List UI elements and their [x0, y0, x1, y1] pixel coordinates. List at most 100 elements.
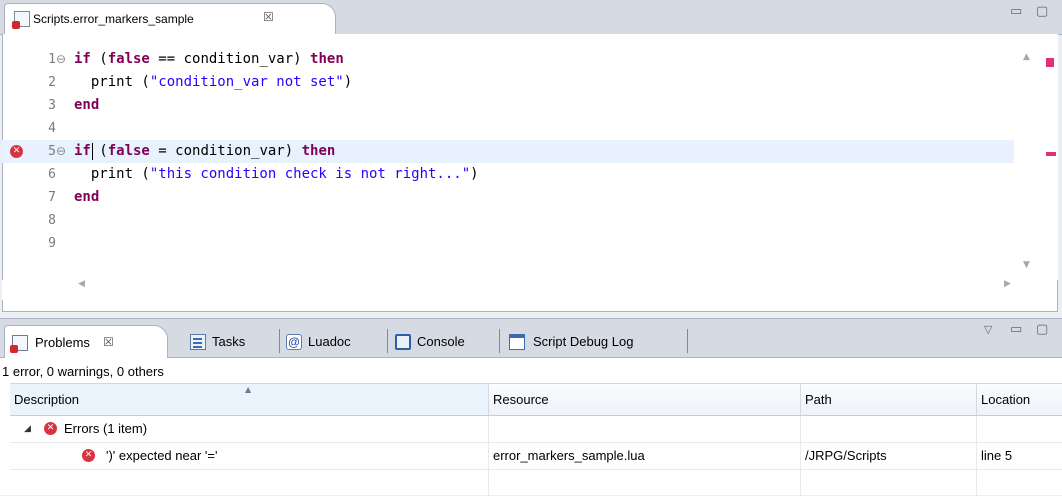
string-token: "this condition check is not right..."	[149, 166, 471, 182]
editor-tab-close-icon[interactable]: ☒	[263, 10, 274, 24]
errors-group-row[interactable]: ◢ ✕ Errors (1 item)	[10, 416, 1062, 443]
panel-maximize-icon[interactable]: ▢	[1036, 322, 1048, 337]
code-token: (	[90, 51, 108, 67]
errors-group-label: Errors (1 item)	[64, 421, 148, 436]
code-text[interactable]: end	[74, 186, 99, 209]
column-header-resource[interactable]: Resource	[489, 384, 801, 415]
error-summary-marker[interactable]	[1046, 58, 1054, 67]
code-line[interactable]: 8	[2, 209, 1014, 232]
console-icon	[395, 334, 411, 350]
expand-triangle-icon[interactable]: ◢	[24, 416, 31, 442]
error-overview-marker[interactable]	[1046, 152, 1056, 156]
tab-luadoc-label: Luadoc	[308, 334, 351, 349]
editor-maximize-icon[interactable]: ▢	[1036, 4, 1048, 19]
tab-problems[interactable]: Problems ☒	[4, 325, 168, 358]
errors-group-cell: ◢ ✕ Errors (1 item)	[10, 416, 489, 442]
line-number: 9	[48, 236, 56, 251]
line-number: 1	[48, 52, 56, 67]
editor-tab-scripts[interactable]: Scripts.error_markers_sample ☒	[4, 3, 336, 34]
code-token: print (	[74, 74, 150, 90]
code-token: = condition_var)	[149, 143, 302, 159]
column-label-resource: Resource	[493, 392, 549, 407]
line-number: 6	[48, 167, 56, 182]
keyword-token: false	[107, 51, 150, 67]
code-text[interactable]: end	[74, 94, 99, 117]
code-line[interactable]: 9	[2, 232, 1014, 255]
scroll-right-arrow-icon[interactable]: ▶	[1004, 279, 1011, 289]
code-line[interactable]: 3 end	[2, 94, 1014, 117]
scroll-left-arrow-icon[interactable]: ◀	[78, 279, 85, 289]
string-token: "condition_var not set"	[149, 74, 344, 90]
editor-tab-title: Scripts.error_markers_sample	[33, 12, 194, 26]
keyword-token: end	[74, 189, 100, 205]
code-area[interactable]: 1 ⊖ if (false == condition_var) then 2 prin…	[0, 48, 1014, 278]
column-label-location: Location	[981, 392, 1031, 407]
problems-summary: 1 error, 0 warnings, 0 others	[2, 364, 164, 379]
empty-cell	[489, 416, 801, 442]
problem-location-cell: line 5	[977, 443, 1062, 469]
tab-tasks[interactable]: Tasks	[190, 325, 278, 358]
tab-problems-label: Problems	[35, 335, 90, 350]
luadoc-icon: @	[286, 334, 302, 350]
line-number: 2	[48, 75, 56, 90]
tab-console[interactable]: Console	[393, 325, 497, 358]
panel-minimize-icon[interactable]: ▭	[1010, 322, 1022, 337]
column-header-description[interactable]: Description ▲	[10, 384, 489, 415]
line-number: 7	[48, 190, 56, 205]
code-text[interactable]: print ("condition_var not set")	[74, 71, 352, 94]
code-text[interactable]: if (false == condition_var) then	[74, 48, 344, 71]
fold-collapse-icon[interactable]: ⊖	[56, 140, 66, 163]
sort-ascending-icon: ▲	[245, 385, 252, 394]
horizontal-scrollbar[interactable]: ◀ ▶	[2, 279, 1042, 300]
scroll-down-arrow-icon[interactable]: ▼	[1023, 260, 1030, 270]
tab-console-label: Console	[417, 334, 465, 349]
tasks-icon	[190, 334, 206, 350]
code-token: )	[343, 74, 353, 90]
vertical-scrollbar[interactable]: ▲ ▼	[1014, 34, 1044, 280]
code-line[interactable]: 1 ⊖ if (false == condition_var) then	[2, 48, 1014, 71]
empty-cell	[801, 416, 977, 442]
empty-cell	[801, 470, 977, 496]
code-token: == condition_var)	[149, 51, 311, 67]
empty-cell	[10, 470, 489, 496]
code-text[interactable]: print ("this condition check is not righ…	[74, 163, 479, 186]
code-text[interactable]: if (false = condition_var) then	[74, 140, 335, 163]
problem-description-cell: ✕ ')' expected near '='	[10, 443, 489, 469]
problem-description: ')' expected near '='	[106, 448, 218, 463]
editor-tab-bar: Scripts.error_markers_sample ☒ ▭ ▢	[0, 0, 1062, 35]
empty-cell	[489, 470, 801, 496]
column-header-path[interactable]: Path	[801, 384, 977, 415]
code-line[interactable]: 7 end	[2, 186, 1014, 209]
problem-row[interactable]: ✕ ')' expected near '=' error_markers_sa…	[10, 443, 1062, 470]
line-number: 8	[48, 213, 56, 228]
code-token: (	[90, 143, 108, 159]
problem-resource: error_markers_sample.lua	[493, 448, 645, 463]
view-menu-icon[interactable]: ▽	[984, 323, 992, 336]
problem-location: line 5	[981, 448, 1013, 463]
keyword-token: if	[74, 51, 91, 67]
debug-log-icon	[509, 334, 525, 350]
error-icon: ✕	[44, 422, 57, 435]
column-label-path: Path	[805, 392, 832, 407]
tab-script-debug-log[interactable]: Script Debug Log	[505, 325, 685, 358]
tab-tasks-label: Tasks	[212, 334, 246, 349]
code-line[interactable]: ✕ 5 ⊖ if (false = condition_var) then	[2, 140, 1014, 163]
error-marker-icon[interactable]: ✕	[10, 145, 23, 158]
fold-collapse-icon[interactable]: ⊖	[56, 48, 66, 71]
problems-table-header: Description ▲ Resource Path Location	[10, 383, 1062, 416]
code-line[interactable]: 4	[2, 117, 1014, 140]
editor-minimize-icon[interactable]: ▭	[1010, 4, 1022, 19]
tab-problems-close-icon[interactable]: ☒	[103, 326, 114, 359]
keyword-token: then	[310, 51, 344, 67]
tab-script-debug-log-label: Script Debug Log	[533, 334, 634, 349]
keyword-token: false	[107, 143, 150, 159]
tab-luadoc[interactable]: @ Luadoc	[284, 325, 384, 358]
text-cursor	[92, 143, 93, 160]
code-line[interactable]: 2 print ("condition_var not set")	[2, 71, 1014, 94]
column-header-location[interactable]: Location	[977, 384, 1062, 415]
overview-ruler[interactable]	[1044, 34, 1058, 280]
keyword-token: end	[74, 97, 100, 113]
code-line[interactable]: 6 print ("this condition check is not ri…	[2, 163, 1014, 186]
scroll-up-arrow-icon[interactable]: ▲	[1023, 52, 1030, 62]
line-number: 3	[48, 98, 56, 113]
